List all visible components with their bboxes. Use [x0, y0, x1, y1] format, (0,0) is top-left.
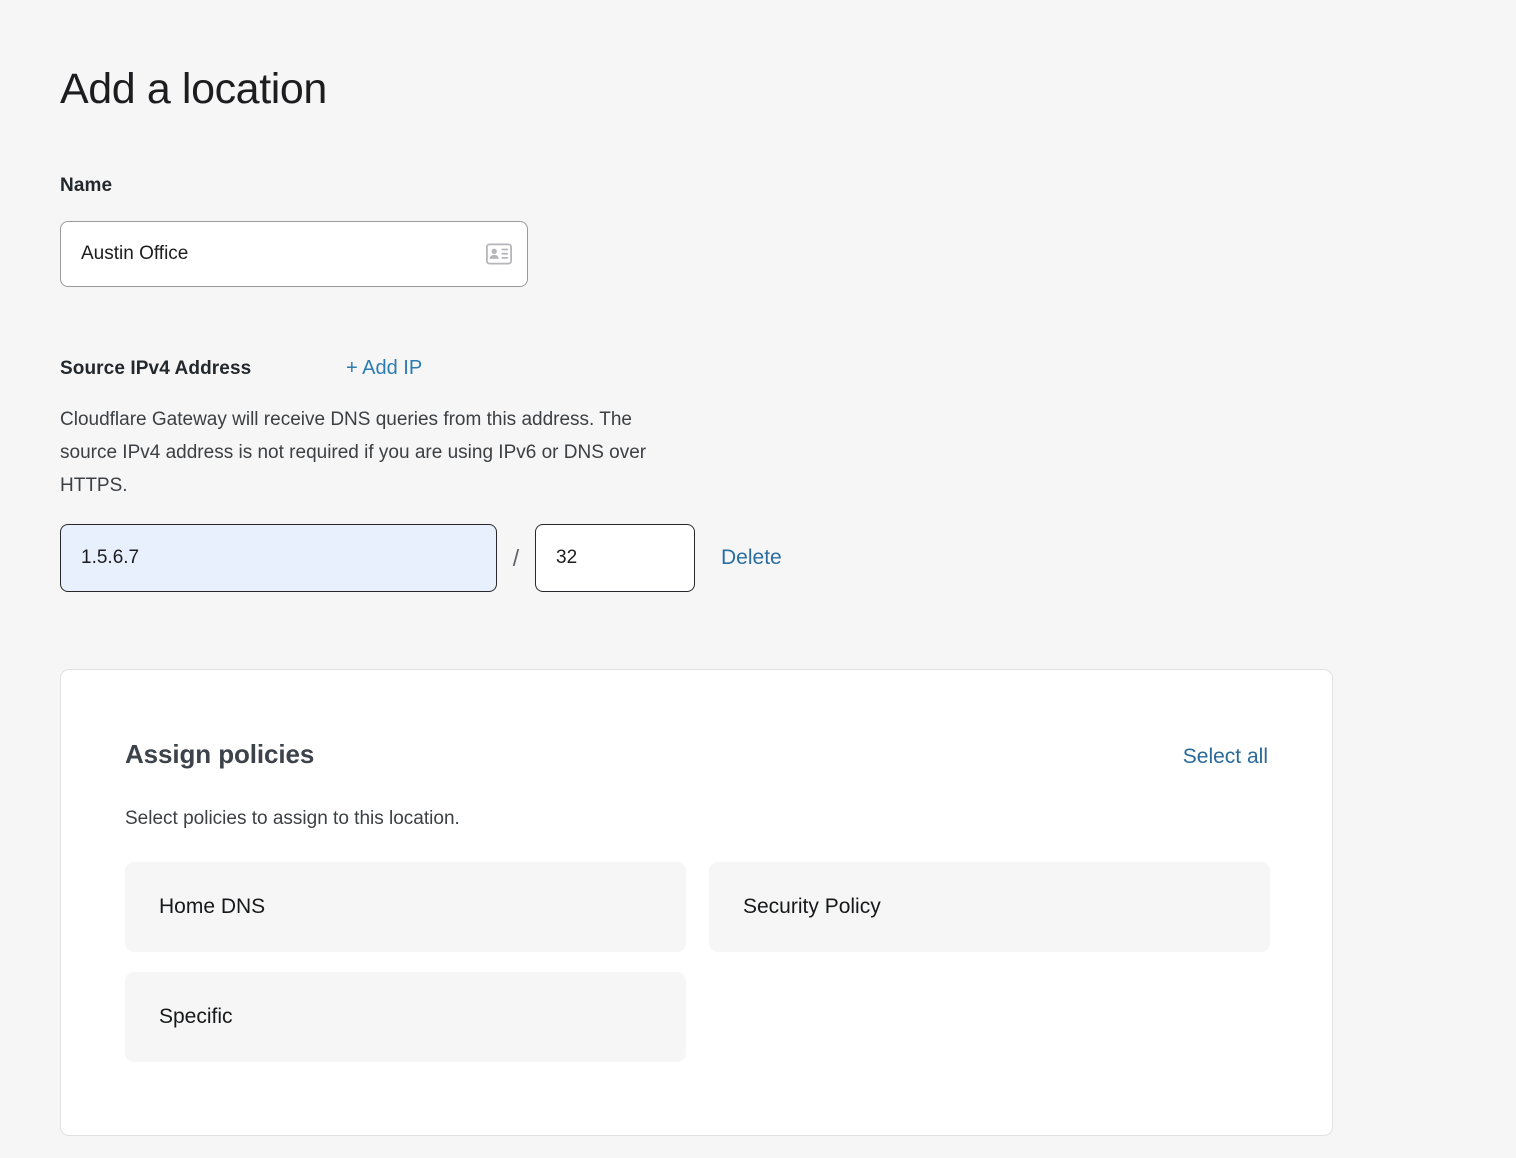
policy-list: Home DNS Security Policy Specific [125, 862, 1270, 1062]
policy-option[interactable]: Specific [125, 972, 686, 1062]
policy-option-label: Home DNS [159, 895, 265, 919]
name-field-group [60, 221, 528, 287]
page-title: Add a location [60, 65, 327, 114]
name-field-label: Name [60, 175, 112, 197]
policy-option[interactable]: Security Policy [709, 862, 1270, 952]
cidr-separator: / [497, 545, 535, 572]
add-location-page: Add a location Name Source IPv4 Address … [0, 0, 1516, 1158]
assign-policies-header: Assign policies Select all [125, 739, 1268, 770]
add-ip-button[interactable]: + Add IP [346, 357, 422, 380]
policy-option-label: Security Policy [743, 895, 881, 919]
source-ipv4-label: Source IPv4 Address [60, 358, 251, 380]
delete-ip-button[interactable]: Delete [721, 546, 782, 570]
name-input[interactable] [60, 221, 528, 287]
policy-option-label: Specific [159, 1005, 233, 1029]
select-all-button[interactable]: Select all [1183, 745, 1268, 769]
subnet-mask-input[interactable] [535, 524, 695, 592]
assign-policies-card: Assign policies Select all Select polici… [60, 669, 1333, 1136]
assign-policies-subtitle: Select policies to assign to this locati… [125, 808, 460, 830]
policy-option[interactable]: Home DNS [125, 862, 686, 952]
source-ipv4-description: Cloudflare Gateway will receive DNS quer… [60, 403, 650, 502]
assign-policies-title: Assign policies [125, 739, 314, 770]
source-ip-input[interactable] [60, 524, 497, 592]
ip-address-row: / Delete [60, 524, 782, 592]
